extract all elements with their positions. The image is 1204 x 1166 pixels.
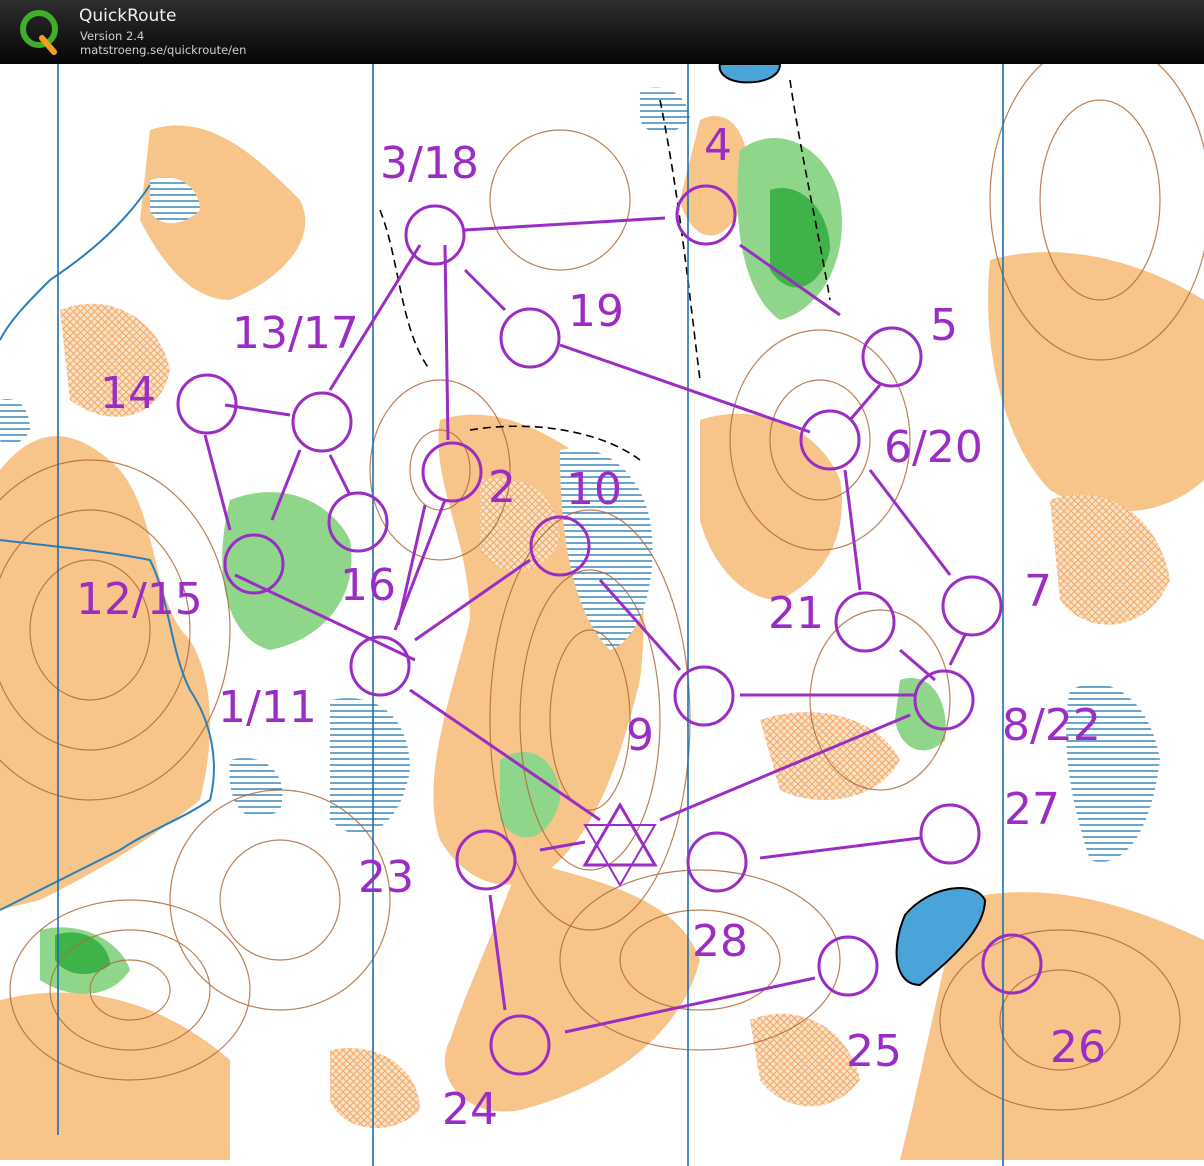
label-16: 16 xyxy=(340,560,396,611)
label-24: 24 xyxy=(442,1084,498,1135)
label-27: 27 xyxy=(1004,784,1060,835)
map-view[interactable]: 3/18 4 19 13/17 5 14 6/20 2 10 12/15 16 … xyxy=(0,64,1204,1166)
label-28: 28 xyxy=(692,916,748,967)
label-1-11: 1/11 xyxy=(218,682,317,733)
label-2: 2 xyxy=(488,462,516,513)
quickroute-logo-icon xyxy=(20,10,58,55)
label-21: 21 xyxy=(768,588,824,639)
label-13-17: 13/17 xyxy=(232,308,359,359)
label-25: 25 xyxy=(846,1026,902,1077)
label-4: 4 xyxy=(704,120,732,171)
label-14: 14 xyxy=(100,368,156,419)
label-9: 9 xyxy=(626,710,654,761)
app-version: Version 2.4 xyxy=(80,29,145,43)
label-3-18: 3/18 xyxy=(380,138,479,189)
label-8-22: 8/22 xyxy=(1002,700,1101,751)
label-10: 10 xyxy=(566,464,622,515)
app-url[interactable]: matstroeng.se/quickroute/en xyxy=(80,43,246,57)
label-7: 7 xyxy=(1024,566,1052,617)
label-19: 19 xyxy=(568,286,624,337)
label-23: 23 xyxy=(358,852,414,903)
app-name: QuickRoute xyxy=(79,6,177,26)
label-26: 26 xyxy=(1050,1022,1106,1073)
label-6-20: 6/20 xyxy=(884,422,983,473)
orienteering-map[interactable]: 3/18 4 19 13/17 5 14 6/20 2 10 12/15 16 … xyxy=(0,64,1204,1166)
label-12-15: 12/15 xyxy=(76,574,203,625)
title-bar: QuickRoute Version 2.4 matstroeng.se/qui… xyxy=(0,0,1204,64)
label-5: 5 xyxy=(930,300,958,351)
